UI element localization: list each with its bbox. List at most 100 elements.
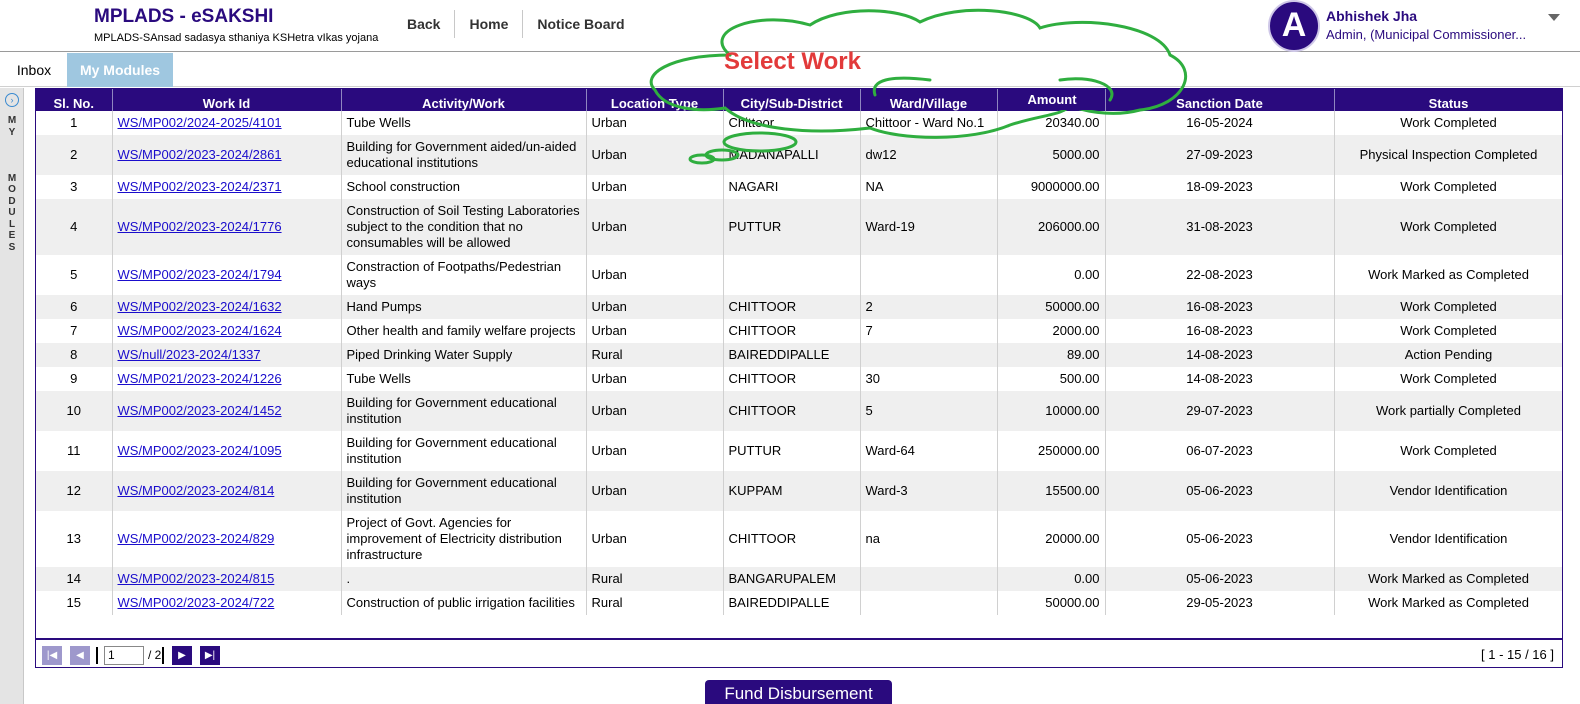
work-id-link[interactable]: WS/MP002/2023-2024/1452 xyxy=(118,403,282,418)
cell-amount: 0.00 xyxy=(997,255,1106,295)
col-header-work-id[interactable]: Work Id xyxy=(112,89,342,111)
table-row[interactable]: 11 WS/MP002/2023-2024/1095 Building for Go… xyxy=(36,431,1562,471)
work-id-link[interactable]: WS/MP002/2023-2024/1095 xyxy=(118,443,282,458)
cell-city: CHITTOOR xyxy=(723,319,861,343)
work-id-link[interactable]: WS/MP002/2024-2025/4101 xyxy=(118,115,282,130)
notice-board-link[interactable]: Notice Board xyxy=(523,10,638,38)
cell-status: Work Completed xyxy=(1334,367,1562,391)
pager-separator xyxy=(96,647,98,664)
prev-page-icon[interactable]: ◀ xyxy=(70,646,90,665)
work-id-link[interactable]: WS/MP002/2023-2024/829 xyxy=(118,531,275,546)
cell-location-type: Rural xyxy=(586,343,724,367)
cell-city: NAGARI xyxy=(723,175,861,199)
cell-city: BANGARUPALEM xyxy=(723,567,861,591)
table-row[interactable]: 3 WS/MP002/2023-2024/2371 School construct… xyxy=(36,175,1562,199)
cell-amount: 89.00 xyxy=(997,343,1106,367)
record-range: [ 1 - 15 / 16 ] xyxy=(1481,647,1554,662)
cell-sanction-date: 06-07-2023 xyxy=(1105,431,1335,471)
cell-amount: 50000.00 xyxy=(997,591,1106,615)
table-row[interactable]: 5 WS/MP002/2023-2024/1794 Constraction of … xyxy=(36,255,1562,295)
cell-work-id: WS/MP002/2023-2024/815 xyxy=(112,567,342,591)
work-id-link[interactable]: WS/MP002/2023-2024/814 xyxy=(118,483,275,498)
cell-ward: 7 xyxy=(860,319,998,343)
last-page-icon[interactable]: ▶| xyxy=(200,646,220,665)
cell-city: BAIREDDIPALLE xyxy=(723,591,861,615)
table-row[interactable]: 7 WS/MP002/2023-2024/1624 Other health and… xyxy=(36,319,1562,343)
cell-city: CHITTOOR xyxy=(723,367,861,391)
table-row[interactable]: 6 WS/MP002/2023-2024/1632 Hand Pumps Urban C… xyxy=(36,295,1562,319)
chevron-down-icon[interactable] xyxy=(1548,14,1560,21)
cell-sanction-date: 29-07-2023 xyxy=(1105,391,1335,431)
amount-header-label: Amount xyxy=(999,88,1105,110)
cell-activity: Hand Pumps xyxy=(341,295,587,319)
avatar[interactable]: A xyxy=(1268,0,1320,52)
cell-activity: Building for Government educational inst… xyxy=(341,431,587,471)
my-modules-sidebar[interactable]: › M Y M O D U L E S xyxy=(0,88,24,704)
cell-activity: Project of Govt. Agencies for improvemen… xyxy=(341,511,587,567)
cell-ward: 2 xyxy=(860,295,998,319)
cell-location-type: Urban xyxy=(586,511,724,567)
cell-work-id: WS/MP002/2023-2024/814 xyxy=(112,471,342,511)
cell-activity: Building for Government aided/un-aided e… xyxy=(341,135,587,175)
work-id-link[interactable]: WS/MP002/2023-2024/1794 xyxy=(118,267,282,282)
cell-activity: Piped Drinking Water Supply xyxy=(341,343,587,367)
cell-location-type: Urban xyxy=(586,391,724,431)
col-header-sl-no[interactable]: Sl. No. xyxy=(36,89,113,111)
table-row[interactable]: 4 WS/MP002/2023-2024/1776 Construction of … xyxy=(36,199,1562,255)
cell-status: Work Completed xyxy=(1334,319,1562,343)
cell-ward xyxy=(860,255,998,295)
cell-location-type: Urban xyxy=(586,175,724,199)
work-id-link[interactable]: WS/MP002/2023-2024/722 xyxy=(118,595,275,610)
cell-amount: 206000.00 xyxy=(997,199,1106,255)
cell-activity: Construction of public irrigation facili… xyxy=(341,591,587,615)
expand-icon[interactable]: › xyxy=(5,93,19,107)
work-id-link[interactable]: WS/MP002/2023-2024/2861 xyxy=(118,147,282,162)
tab-inbox[interactable]: Inbox xyxy=(0,53,68,87)
cell-sanction-date: 05-06-2023 xyxy=(1105,567,1335,591)
cell-ward: Ward-19 xyxy=(860,199,998,255)
table-row[interactable]: 12 WS/MP002/2023-2024/814 Building for Gov… xyxy=(36,471,1562,511)
cell-activity: Tube Wells xyxy=(341,111,587,135)
work-id-link[interactable]: WS/MP002/2023-2024/1624 xyxy=(118,323,282,338)
tab-my-modules[interactable]: My Modules xyxy=(67,53,173,87)
cell-sanction-date: 18-09-2023 xyxy=(1105,175,1335,199)
work-id-link[interactable]: WS/MP002/2023-2024/815 xyxy=(118,571,275,586)
cell-amount: 10000.00 xyxy=(997,391,1106,431)
table-row[interactable]: 9 WS/MP021/2023-2024/1226 Tube Wells Urban C… xyxy=(36,367,1562,391)
fund-disbursement-button[interactable]: Fund Disbursement xyxy=(705,680,892,704)
work-id-link[interactable]: WS/MP021/2023-2024/1226 xyxy=(118,371,282,386)
top-nav: Back Home Notice Board xyxy=(393,10,639,38)
home-link[interactable]: Home xyxy=(455,10,524,38)
table-row[interactable]: 14 WS/MP002/2023-2024/815. Rural BANGARUPAL… xyxy=(36,567,1562,591)
table-row[interactable]: 10 WS/MP002/2023-2024/1452 Building for Go… xyxy=(36,391,1562,431)
work-id-link[interactable]: WS/MP002/2023-2024/1776 xyxy=(118,219,282,234)
cell-work-id: WS/MP002/2023-2024/1095 xyxy=(112,431,342,471)
table-row[interactable]: 13 WS/MP002/2023-2024/829 Project of Govt.… xyxy=(36,511,1562,567)
col-header-status[interactable]: Status xyxy=(1334,89,1562,111)
table-row[interactable]: 15 WS/MP002/2023-2024/722 Construction of … xyxy=(36,591,1562,615)
cell-amount: 15500.00 xyxy=(997,471,1106,511)
cell-sanction-date: 31-08-2023 xyxy=(1105,199,1335,255)
user-name: Abhishek Jha xyxy=(1326,8,1418,24)
cell-sl-no: 6 xyxy=(36,295,113,319)
cell-sl-no: 11 xyxy=(36,431,113,471)
cell-amount: 500.00 xyxy=(997,367,1106,391)
cell-sl-no: 1 xyxy=(36,111,113,135)
next-page-icon[interactable]: ▶ xyxy=(172,646,192,665)
cell-ward: 30 xyxy=(860,367,998,391)
table-row[interactable]: 8 WS/null/2023-2024/1337 Piped Drinking Wa… xyxy=(36,343,1562,367)
cell-sl-no: 8 xyxy=(36,343,113,367)
work-id-link[interactable]: WS/MP002/2023-2024/2371 xyxy=(118,179,282,194)
cell-status: Work Completed xyxy=(1334,431,1562,471)
back-link[interactable]: Back xyxy=(393,10,456,38)
cell-work-id: WS/MP002/2023-2024/722 xyxy=(112,591,342,615)
work-id-link[interactable]: WS/null/2023-2024/1337 xyxy=(118,347,261,362)
cell-sl-no: 2 xyxy=(36,135,113,175)
first-page-icon[interactable]: |◀ xyxy=(42,646,62,665)
cell-sl-no: 14 xyxy=(36,567,113,591)
page-number-input[interactable]: 1 xyxy=(104,646,144,665)
col-header-activity[interactable]: Activity/Work xyxy=(341,89,587,111)
cell-work-id: WS/MP021/2023-2024/1226 xyxy=(112,367,342,391)
work-id-link[interactable]: WS/MP002/2023-2024/1632 xyxy=(118,299,282,314)
table-body: 1 WS/MP002/2024-2025/4101 Tube Wells Urban C… xyxy=(36,111,1562,615)
